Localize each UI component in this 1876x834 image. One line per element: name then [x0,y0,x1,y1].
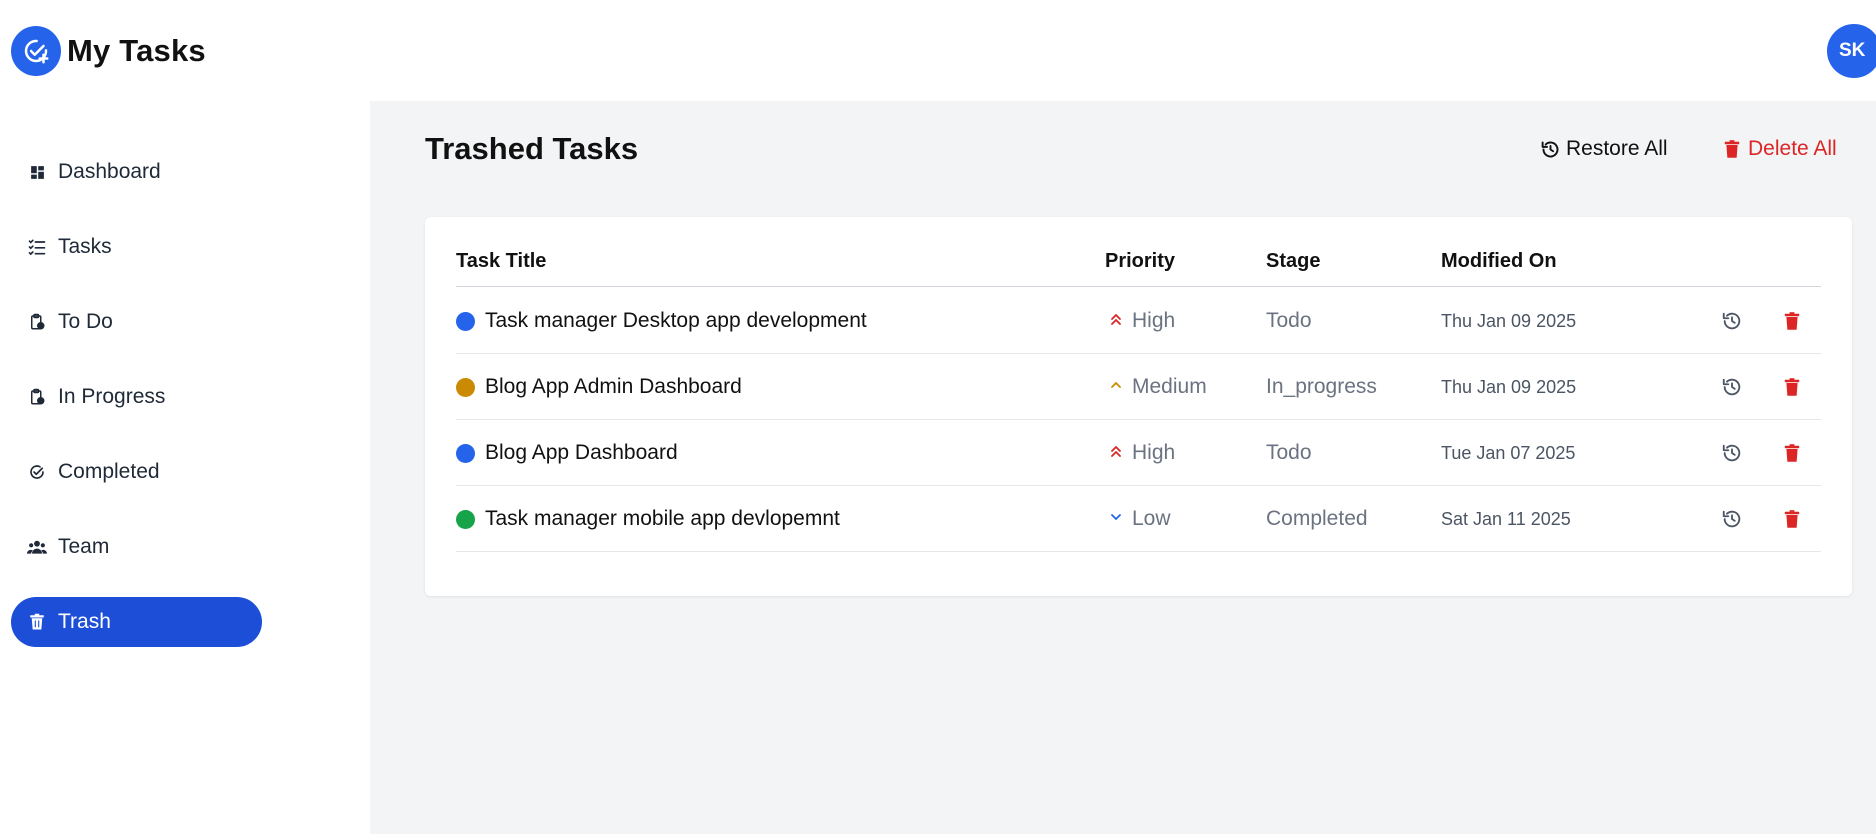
stage-cell: Todo [1266,420,1312,486]
sidebar-item-dashboard[interactable]: Dashboard [11,147,262,197]
delete-icon[interactable] [1780,507,1804,531]
modified-date: Tue Jan 07 2025 [1441,442,1576,463]
stage-cell: Completed [1266,486,1368,552]
priority-cell: Medium [1109,354,1207,420]
task-title-cell: Task manager Desktop app development [456,288,867,354]
priority-medium-icon [1109,378,1123,397]
priority-label: High [1132,441,1176,464]
trashed-tasks-table: Task Title Priority Stage Modified On Ta… [425,217,1852,596]
stage-label: Completed [1266,507,1368,530]
delete-icon[interactable] [1780,375,1804,399]
restore-icon[interactable] [1720,507,1744,531]
delete-all-button[interactable]: Delete All [1721,137,1837,161]
stage-label: Todo [1266,309,1312,332]
sidebar-item-label: Completed [58,460,160,483]
modified-cell: Tue Jan 07 2025 [1441,420,1575,486]
priority-high-icon [1109,312,1123,331]
clipboard-pending-icon [27,312,47,332]
sidebar-item-label: Dashboard [58,160,161,183]
sidebar-item-tasks[interactable]: Tasks [11,222,262,272]
modified-cell: Thu Jan 09 2025 [1441,354,1576,420]
stage-label: In_progress [1266,375,1377,398]
column-header-priority: Priority [1105,250,1176,272]
sidebar-item-label: Team [58,535,110,558]
task-title-cell: Task manager mobile app devlopemnt [456,486,840,552]
task-title: Task manager Desktop app development [485,309,867,332]
restore-all-button[interactable]: Restore All [1539,137,1668,161]
sidebar-item-todo[interactable]: To Do [11,297,262,347]
page-title: Trashed Tasks [425,131,639,166]
restore-icon [1539,138,1561,160]
stage-dot [456,509,475,529]
modified-date: Sat Jan 11 2025 [1441,508,1571,529]
modified-cell: Sat Jan 11 2025 [1441,486,1571,552]
stage-dot [456,377,475,397]
stage-dot [456,443,475,463]
table-header: Task Title Priority Stage Modified On [456,217,1821,287]
priority-label: High [1132,309,1176,332]
task-title: Task manager mobile app devlopemnt [485,507,840,530]
sidebar-item-label: Tasks [58,235,112,258]
stage-cell: Todo [1266,288,1312,354]
restore-icon[interactable] [1720,309,1744,333]
modified-date: Thu Jan 09 2025 [1441,376,1577,397]
delete-icon[interactable] [1780,309,1804,333]
restore-icon[interactable] [1720,441,1744,465]
app-title: My Tasks [67,33,206,68]
task-list-icon [27,237,47,257]
restore-all-label: Restore All [1566,137,1668,160]
team-icon [27,537,47,557]
restore-icon[interactable] [1720,375,1744,399]
clipboard-progress-icon [27,387,47,407]
priority-cell: Low [1109,486,1171,552]
task-title-cell: Blog App Admin Dashboard [456,354,742,420]
main-content: Trashed Tasks Restore All Delete All Tas… [370,101,1876,834]
sidebar-item-in-progress[interactable]: In Progress [11,372,262,422]
task-title: Blog App Dashboard [485,441,678,464]
sidebar-item-label: To Do [58,310,113,333]
top-header: My Tasks SK [0,0,1876,101]
sidebar-item-label: Trash [58,610,111,633]
task-check-icon [11,26,61,76]
sidebar-item-label: In Progress [58,385,166,408]
delete-all-label: Delete All [1748,137,1837,160]
priority-cell: High [1109,288,1175,354]
table-row: Task manager mobile app devlopemnt Low C… [456,486,1821,552]
priority-low-icon [1109,510,1123,529]
check-circle-icon [27,462,47,482]
priority-label: Low [1132,507,1171,530]
task-title-cell: Blog App Dashboard [456,420,678,486]
sidebar: Dashboard Tasks To Do In Progress Comple… [0,101,370,834]
priority-high-icon [1109,444,1123,463]
table-row: Blog App Dashboard High Todo Tue Jan 07 … [456,420,1821,486]
column-header-modified: Modified On [1441,250,1557,272]
table-row: Task manager Desktop app development Hig… [456,288,1821,354]
priority-cell: High [1109,420,1175,486]
delete-icon[interactable] [1780,441,1804,465]
trash-icon [1721,138,1743,160]
column-header-stage: Stage [1266,250,1321,272]
user-avatar[interactable]: SK [1827,24,1876,78]
column-header-title: Task Title [456,250,547,272]
task-title: Blog App Admin Dashboard [485,375,742,398]
trash-icon [27,612,47,632]
stage-dot [456,311,475,331]
sidebar-item-trash[interactable]: Trash [11,597,262,647]
dashboard-icon [27,162,47,182]
stage-cell: In_progress [1266,354,1377,420]
logo[interactable]: My Tasks [11,26,206,76]
sidebar-item-team[interactable]: Team [11,522,262,572]
modified-cell: Thu Jan 09 2025 [1441,288,1576,354]
table-row: Blog App Admin Dashboard Medium In_progr… [456,354,1821,420]
modified-date: Thu Jan 09 2025 [1441,310,1577,331]
priority-label: Medium [1132,375,1207,398]
stage-label: Todo [1266,441,1312,464]
sidebar-item-completed[interactable]: Completed [11,447,262,497]
